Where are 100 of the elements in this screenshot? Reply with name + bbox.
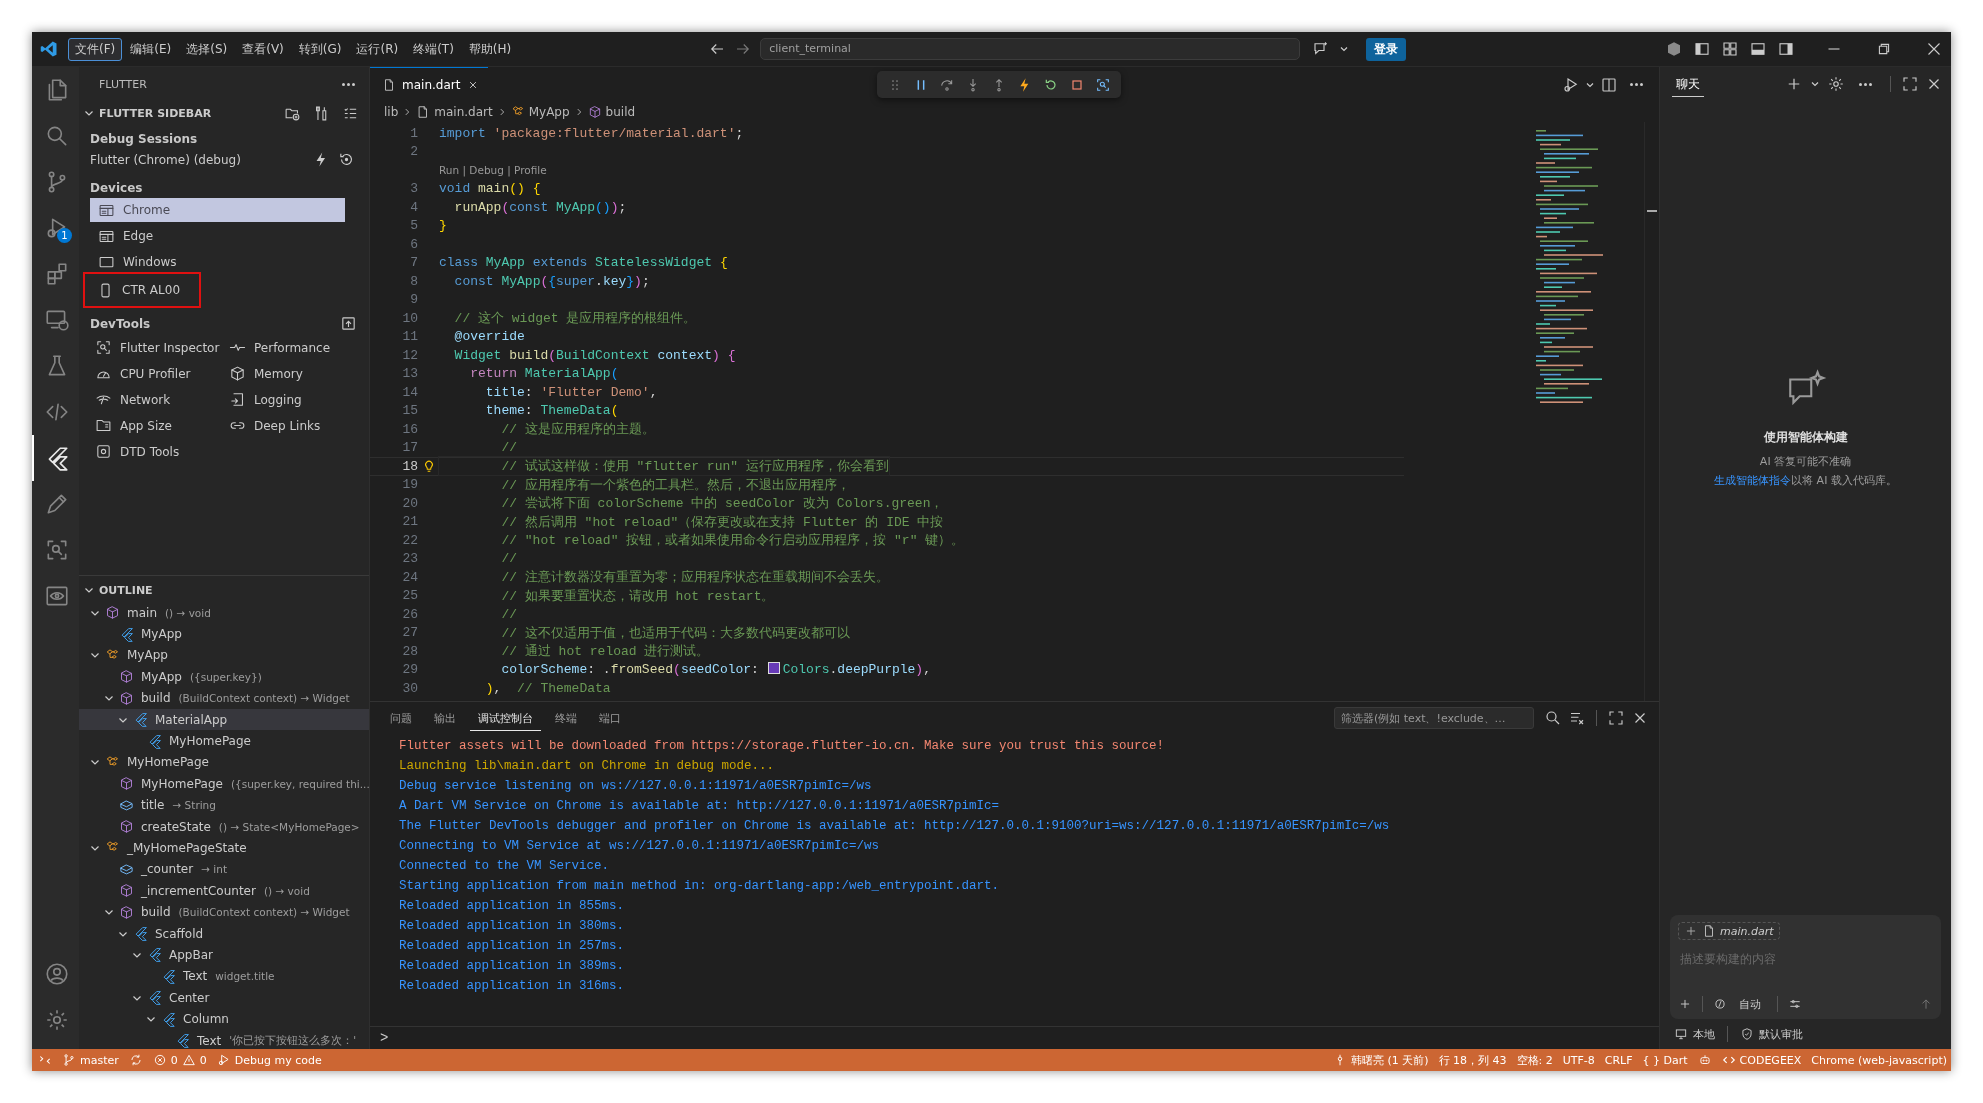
menu-item[interactable]: 转到(G) [291, 37, 349, 61]
breadcrumb-item[interactable]: main.dart [416, 105, 493, 119]
devtools-item[interactable]: Performance [229, 337, 359, 358]
breadcrumb-item[interactable]: MyApp [510, 105, 570, 119]
outline-item[interactable]: Text widget.title [79, 965, 369, 988]
cube-icon [119, 861, 134, 877]
code-lens[interactable]: Run | Debug | Profile [439, 164, 547, 177]
outline-item[interactable]: build (BuildContext context) → Widget [79, 901, 369, 923]
outline-item[interactable]: build (BuildContext context) → Widget [79, 687, 369, 709]
outline-item[interactable]: Column [79, 1008, 369, 1030]
menu-item[interactable]: 文件(F) [68, 37, 123, 61]
inspect-icon[interactable] [1095, 76, 1111, 93]
devtools-item[interactable]: Flutter Inspector [95, 337, 229, 358]
outline-item[interactable]: _counter → int [79, 858, 369, 881]
robot-icon[interactable] [1697, 1053, 1712, 1067]
breadcrumb-item[interactable]: lib [384, 105, 399, 119]
menu-item[interactable]: 运行(R) [349, 37, 406, 61]
slash-circle-icon[interactable] [1713, 997, 1727, 1011]
outline-item[interactable]: AppBar [79, 944, 369, 966]
approval-button[interactable]: 默认审批 [1740, 1026, 1803, 1042]
chat-tab[interactable]: 聊天 [1672, 71, 1704, 97]
outline-item[interactable]: Text '你已按下按钮这么多次：' [79, 1029, 369, 1049]
devtools-item[interactable]: Deep Links [229, 415, 359, 436]
sliders-icon[interactable] [1788, 997, 1802, 1011]
outline-item[interactable]: MyHomePage [79, 730, 369, 752]
blame-status[interactable]: 韩曙亮 (1 天前) [1332, 1052, 1429, 1068]
extension-status[interactable]: CODEGEEX [1721, 1053, 1802, 1067]
scrollbar-thumb[interactable] [1647, 210, 1657, 212]
menu-item[interactable]: 查看(V) [235, 37, 291, 61]
instructions-link[interactable]: 生成智能体指令 [1714, 473, 1792, 487]
restart-icon[interactable] [338, 151, 355, 168]
devtools-item[interactable]: DTD Tools [95, 441, 229, 462]
outline-item[interactable]: MyApp [79, 623, 369, 645]
debug-target-status[interactable]: Chrome (web-javascript) [1811, 1053, 1947, 1067]
outline-item[interactable]: MyApp [79, 644, 369, 667]
device-item[interactable]: CTR AL00 [83, 272, 201, 308]
cube-icon[interactable] [1665, 40, 1683, 58]
console-prompt[interactable]: > [380, 1030, 389, 1046]
indent-status[interactable]: 空格: 2 [1516, 1052, 1553, 1068]
split-editor-icon[interactable] [1600, 75, 1618, 94]
attachment-chip[interactable]: main.dart [1678, 922, 1780, 940]
panel-tab[interactable]: 端口 [591, 705, 629, 731]
right-panel-icon[interactable] [1777, 40, 1795, 58]
outline-item[interactable]: _MyHomePageState [79, 837, 369, 859]
mode-button[interactable]: 自动 [1733, 996, 1767, 1012]
debug-status[interactable]: Debug my code [216, 1053, 322, 1067]
plus-icon[interactable] [1678, 997, 1692, 1011]
cursor-position[interactable]: 行 18，列 43 [1438, 1052, 1507, 1068]
panel-tab[interactable]: 调试控制台 [470, 705, 541, 731]
run-debug-icon[interactable] [1562, 75, 1580, 94]
encoding-status[interactable]: UTF-8 [1562, 1053, 1595, 1067]
outline-item[interactable]: createState () → State<MyHomePage> [79, 815, 369, 838]
outline-item[interactable]: main () → void [79, 602, 369, 624]
maximize-icon[interactable] [1901, 75, 1919, 93]
line-number: 16 [401, 421, 418, 437]
left-panel-icon[interactable] [1693, 40, 1711, 58]
maximize-icon[interactable] [1607, 709, 1625, 727]
outline-item[interactable]: MyHomePage [79, 751, 369, 774]
outline-item[interactable]: _incrementCounter () → void [79, 880, 369, 902]
outline-item[interactable]: MyApp ({super.key}) [79, 666, 369, 688]
devtools-item[interactable]: CPU Profiler [95, 363, 229, 384]
menu-item[interactable]: 帮助(H) [461, 37, 519, 61]
outline-item[interactable]: MyHomePage ({super.key, required thi... [79, 773, 369, 795]
devtools-item[interactable]: App Size [95, 415, 229, 436]
sign-in-button[interactable]: 登录 [1366, 37, 1407, 61]
menu-item[interactable]: 选择(S) [179, 37, 235, 61]
outline-item[interactable]: title → String [79, 794, 369, 816]
device-item[interactable]: Windows [90, 250, 345, 274]
outline-item[interactable]: MaterialApp [79, 708, 369, 731]
device-item[interactable]: Edge [90, 224, 345, 248]
devtools-item[interactable]: Network [95, 389, 229, 410]
layout-icon[interactable] [1721, 40, 1739, 58]
panel-tab[interactable]: 问题 [382, 705, 420, 731]
device-item[interactable]: Chrome [90, 198, 345, 222]
problems-status[interactable]: 0 0 [152, 1053, 207, 1067]
menu-item[interactable]: 编辑(E) [123, 37, 179, 61]
devtools-item[interactable]: Memory [229, 363, 359, 384]
search-icon[interactable] [1544, 709, 1562, 727]
bottom-panel-icon[interactable] [1749, 40, 1767, 58]
activity-tab[interactable]: 1 [32, 205, 79, 251]
branch-status[interactable]: master [62, 1053, 119, 1067]
outline-item[interactable]: Center [79, 987, 369, 1009]
location-button[interactable]: 本地 [1674, 1026, 1715, 1042]
section-title[interactable]: FLUTTER SIDEBAR [99, 106, 212, 120]
settings-icon[interactable] [1827, 75, 1845, 93]
open-external-icon[interactable] [340, 315, 357, 332]
sync-icon[interactable] [128, 1053, 143, 1067]
devtools-item[interactable]: Logging [229, 389, 359, 410]
eol-status[interactable]: CRLF [1604, 1053, 1633, 1067]
filter-field[interactable]: 筛选器(例如 text、!exclude、… [1334, 707, 1534, 729]
language-status[interactable]: { } Dart [1642, 1053, 1688, 1067]
command-center[interactable]: client_terminal [760, 38, 1301, 60]
outline-item[interactable]: Scaffold [79, 922, 369, 945]
breadcrumb-item[interactable]: build [587, 105, 636, 119]
panel-tab[interactable]: 终端 [547, 705, 585, 731]
panel-tab[interactable]: 输出 [426, 705, 464, 731]
remote-icon[interactable] [38, 1053, 52, 1067]
session-item[interactable]: Flutter (Chrome) (debug) [90, 152, 241, 167]
section-title[interactable]: OUTLINE [99, 583, 153, 597]
menu-item[interactable]: 终端(T) [406, 37, 461, 61]
